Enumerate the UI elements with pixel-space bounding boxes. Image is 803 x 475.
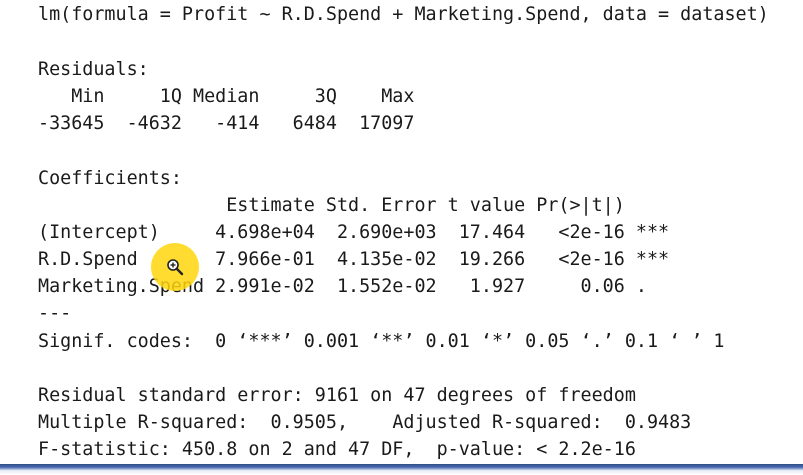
coef-row-rd-spend: R.D.Spend 7.966e-01 4.135e-02 19.266 <2e… xyxy=(38,249,670,270)
residual-std-error-line: Residual standard error: 9161 on 47 degr… xyxy=(38,385,636,406)
r-squared-line: Multiple R-squared: 0.9505, Adjusted R-s… xyxy=(38,412,703,433)
residuals-header-row: Min 1Q Median 3Q Max xyxy=(38,86,426,107)
coefficients-heading: Coefficients: xyxy=(38,168,182,189)
coef-row-marketing-spend: Marketing.Spend 2.991e-02 1.552e-02 1.92… xyxy=(38,276,670,297)
f-statistic-line: F-statistic: 450.8 on 2 and 47 DF, p-val… xyxy=(38,439,636,460)
separator-line: --- xyxy=(38,303,72,324)
call-line: lm(formula = Profit ~ R.D.Spend + Market… xyxy=(38,4,769,25)
residuals-heading: Residuals: xyxy=(38,59,149,80)
residuals-values-row: -33645 -4632 -414 6484 17097 xyxy=(38,113,426,134)
coefficients-header-row: Estimate Std. Error t value Pr(>|t|) xyxy=(38,195,670,216)
zoom-in-cursor-icon xyxy=(167,259,184,276)
r-console-output: lm(formula = Profit ~ R.D.Spend + Market… xyxy=(0,0,803,465)
coef-row-intercept: (Intercept) 4.698e+04 2.690e+03 17.464 <… xyxy=(38,222,670,243)
window-bottom-border xyxy=(0,464,803,475)
signif-codes-line: Signif. codes: 0 ‘***’ 0.001 ‘**’ 0.01 ‘… xyxy=(38,331,725,352)
